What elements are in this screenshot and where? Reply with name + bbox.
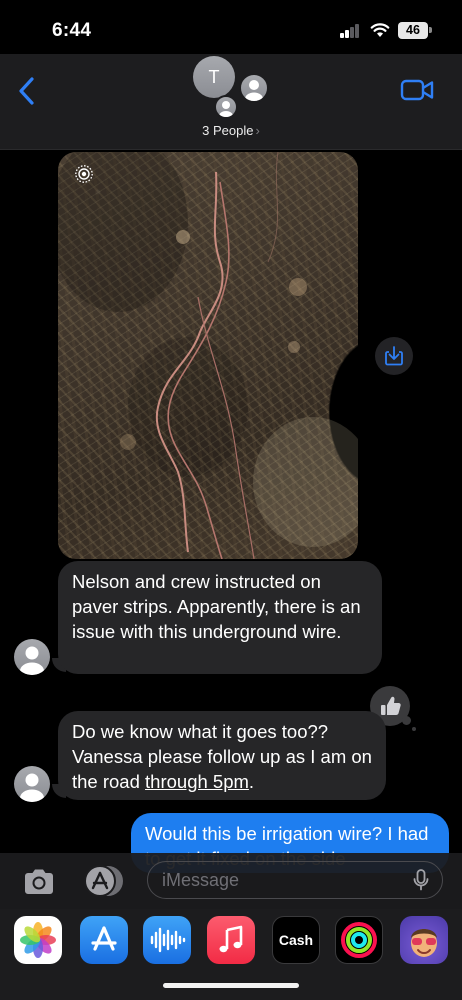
group-avatar-initial[interactable]: T (193, 56, 235, 98)
person-avatar-icon[interactable] (214, 95, 238, 119)
photos-app-icon[interactable] (14, 916, 62, 964)
chevron-left-icon[interactable] (12, 74, 42, 108)
sender-avatar[interactable] (14, 639, 50, 675)
audio-message-icon[interactable] (143, 916, 191, 964)
conversation-header: T 3 People › (0, 54, 462, 150)
message-text-end: . (248, 771, 255, 792)
camera-icon[interactable] (19, 866, 59, 898)
memoji-icon[interactable] (400, 916, 448, 964)
message-input-bar (0, 853, 462, 909)
incoming-message-bubble[interactable]: Do we know what it goes too?? Vanessa pl… (58, 711, 386, 800)
photo-message[interactable] (58, 152, 358, 559)
imessage-input[interactable] (147, 861, 443, 899)
battery-level: 46 (398, 22, 428, 39)
message-text: Nelson and crew instructed on paver stri… (72, 571, 361, 642)
cash-label: Cash (278, 932, 314, 948)
live-photo-icon[interactable] (74, 164, 94, 184)
battery-tip (429, 27, 432, 33)
participants-link[interactable]: 3 People › (0, 123, 462, 138)
music-app-icon[interactable] (207, 916, 255, 964)
apple-cash-icon[interactable]: Cash (272, 916, 320, 964)
app-store-apps-icon[interactable] (80, 864, 126, 898)
app-store-icon[interactable] (80, 916, 128, 964)
status-time: 6:44 (52, 20, 92, 41)
participants-label: 3 People (202, 123, 254, 138)
chevron-right-icon: › (255, 123, 260, 138)
status-bar: 6:44 46 (0, 0, 462, 54)
save-to-photos-icon (385, 346, 403, 366)
home-indicator[interactable] (163, 983, 299, 988)
photo-content (58, 152, 358, 559)
wifi-icon (370, 23, 390, 37)
person-avatar-icon[interactable] (239, 73, 269, 103)
time-link[interactable]: through 5pm (145, 771, 249, 792)
person-avatar-icon (20, 646, 44, 675)
person-avatar-icon (20, 773, 44, 802)
tapback-dot (412, 727, 416, 731)
incoming-message-bubble[interactable]: Nelson and crew instructed on paver stri… (58, 561, 382, 674)
video-camera-icon[interactable] (398, 76, 438, 104)
save-to-photos-button[interactable] (375, 337, 413, 375)
cellular-signal-icon (340, 24, 360, 38)
tapback-dot (402, 716, 411, 725)
fitness-rings-icon[interactable] (335, 916, 383, 964)
sender-avatar[interactable] (14, 766, 50, 802)
microphone-icon[interactable] (411, 868, 431, 892)
